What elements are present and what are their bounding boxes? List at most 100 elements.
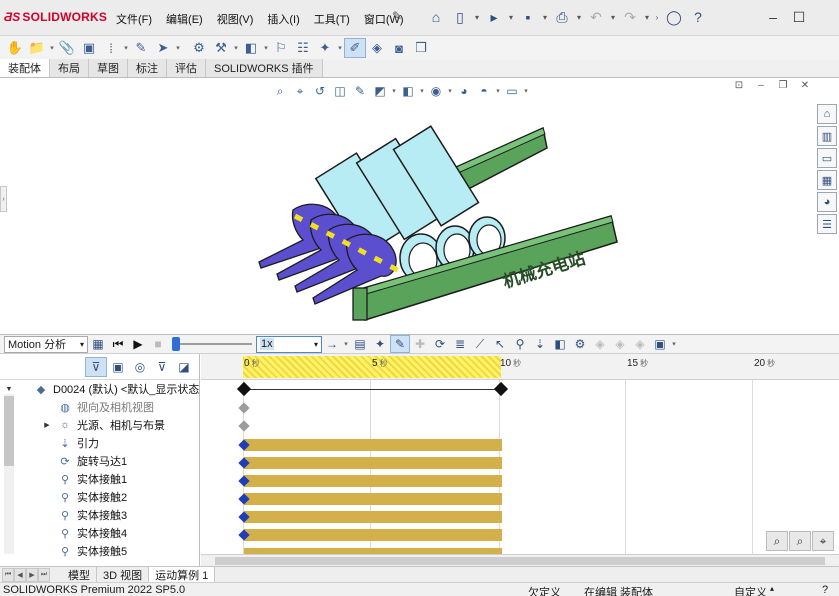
playback-mode-icon[interactable]: → xyxy=(322,335,342,353)
timeline-scrollbar[interactable] xyxy=(201,554,839,566)
last-tab-icon[interactable]: ⏭ xyxy=(38,567,50,582)
display-style-icon[interactable]: ◧ xyxy=(398,82,418,100)
menu-view[interactable]: 视图(V) xyxy=(217,11,254,27)
open-icon[interactable]: ▸ xyxy=(482,6,506,28)
new-motion-study-icon[interactable]: ⚐ xyxy=(270,38,292,58)
show-hidden-icon[interactable]: ⚙ xyxy=(188,38,210,58)
view-settings-dropdown-icon[interactable]: ▾ xyxy=(522,82,530,100)
filter-animated-icon[interactable]: ⊽ xyxy=(85,356,107,377)
tab-solidworks-addins[interactable]: SOLIDWORKS 插件 xyxy=(206,59,323,77)
section-view-icon[interactable]: ◫ xyxy=(330,82,350,100)
playback-speed-select[interactable]: 1x ▾ xyxy=(256,335,322,353)
playback-mode-dropdown-icon[interactable]: ▾ xyxy=(342,335,350,353)
motor-icon[interactable]: ⟳ xyxy=(430,335,450,353)
key-start[interactable] xyxy=(236,381,252,397)
filter-driving-icon[interactable]: ▣ xyxy=(107,357,129,377)
appearances-icon[interactable]: ◕ xyxy=(817,192,837,212)
contact-icon[interactable]: ⚲ xyxy=(510,335,530,353)
tree-row-contact-2[interactable]: ⚲ 实体接触2 xyxy=(0,488,127,506)
pin-icon[interactable]: ✎ xyxy=(392,9,402,23)
tree-row-root[interactable]: ▼ ◆ D0024 (默认) <默认_显示状态 xyxy=(0,380,200,398)
undo-icon[interactable]: ↶ xyxy=(584,6,608,28)
timeline-bar-contact-3[interactable] xyxy=(244,511,502,523)
study-properties-icon[interactable]: ⚙ xyxy=(570,335,590,353)
key-lights[interactable] xyxy=(238,420,250,432)
next-tab-icon[interactable]: ▶ xyxy=(26,567,38,582)
component-preview-icon[interactable]: ▣ xyxy=(78,38,100,58)
take-snapshot-icon[interactable]: ◙ xyxy=(388,38,410,58)
play-icon[interactable]: ▶ xyxy=(128,335,148,353)
hide-show-items-icon[interactable]: ◉ xyxy=(426,82,446,100)
tab-model[interactable]: 模型 xyxy=(62,566,97,583)
bill-of-materials-icon[interactable]: ☷ xyxy=(292,38,314,58)
instant3d-icon[interactable]: ✐ xyxy=(344,38,366,58)
pattern-icon[interactable]: ⁞ xyxy=(100,38,122,58)
zoom-out-icon[interactable]: ⌕ xyxy=(766,531,788,551)
scene-dropdown-icon[interactable]: ▾ xyxy=(494,82,502,100)
help-icon[interactable]: ? xyxy=(686,6,710,28)
tab-markup[interactable]: 标注 xyxy=(128,59,167,77)
collapse-motion-manager-icon[interactable]: ▣ xyxy=(650,335,670,353)
smart-fasteners-icon[interactable]: ✎ xyxy=(130,38,152,58)
feature-manager-toggle[interactable]: › xyxy=(0,186,7,212)
playback-slider-thumb[interactable] xyxy=(172,337,180,351)
exploded-view-icon[interactable]: ✦ xyxy=(314,38,336,58)
spring-icon[interactable]: ≣ xyxy=(450,335,470,353)
viewport-close-icon[interactable]: ✕ xyxy=(794,78,816,92)
status-custom[interactable]: 自定义 xyxy=(734,584,767,596)
print-dropdown-icon[interactable]: ▾ xyxy=(574,6,584,28)
view-settings-icon[interactable]: ▭ xyxy=(502,82,522,100)
file-explorer-icon[interactable]: ▭ xyxy=(817,148,837,168)
timeline-bar-contact-2[interactable] xyxy=(244,493,502,505)
stop-icon[interactable]: ■ xyxy=(148,335,168,353)
animation-wizard-icon[interactable]: ✦ xyxy=(370,335,390,353)
tab-3d-view[interactable]: 3D 视图 xyxy=(97,566,150,583)
move-component-icon[interactable]: ➤ xyxy=(152,38,174,58)
assembly-features-icon[interactable]: ⚒ xyxy=(210,38,232,58)
expand-icon[interactable]: ▶ xyxy=(42,421,52,429)
new-document-icon[interactable]: ▯ xyxy=(448,6,472,28)
gravity-icon[interactable]: ⇣ xyxy=(530,335,550,353)
insert-component-icon[interactable]: 📁 xyxy=(26,38,48,58)
apply-scene-icon[interactable]: ◓ xyxy=(474,82,494,100)
design-library-icon[interactable]: ▥ xyxy=(817,126,837,146)
custom-properties-icon[interactable]: ☰ xyxy=(817,214,837,234)
help-status-icon[interactable]: ? xyxy=(822,584,828,596)
menu-insert[interactable]: 插入(I) xyxy=(267,11,299,27)
tree-row-contact-3[interactable]: ⚲ 实体接触3 xyxy=(0,506,127,524)
units-dropdown-icon[interactable]: ▴ xyxy=(770,584,774,593)
user-icon[interactable]: ◯ xyxy=(662,6,686,28)
collapse-dropdown-icon[interactable]: ▾ xyxy=(670,335,678,353)
tree-row-contact-1[interactable]: ⚲ 实体接触1 xyxy=(0,470,127,488)
solidworks-logo[interactable]: ƋS SOLIDWORKS xyxy=(4,10,107,24)
tree-row-motor[interactable]: ⟳ 旋转马达1 xyxy=(0,452,127,470)
timeline-bar-motor[interactable] xyxy=(244,457,502,469)
tab-assembly[interactable]: 装配体 xyxy=(0,59,50,77)
tree-row-gravity[interactable]: ⇣ 引力 xyxy=(0,434,99,452)
home-icon[interactable]: ⌂ xyxy=(424,6,448,28)
move-dropdown-icon[interactable]: ▾ xyxy=(174,38,182,58)
pattern-dropdown-icon[interactable]: ▾ xyxy=(122,38,130,58)
play-from-start-icon[interactable]: ⏮ xyxy=(108,335,128,353)
insert-dropdown-icon[interactable]: ▾ xyxy=(48,38,56,58)
playback-slider[interactable] xyxy=(172,335,252,353)
graphics-area[interactable]: ⌕ ⌖ ↺ ◫ ✎ ◩ ▾ ◧ ▾ ◉ ▾ ◕ ◓ ▾ ▭ ▾ ⊡ – ❐ ✕ … xyxy=(0,78,839,334)
tab-sketch[interactable]: 草图 xyxy=(89,59,128,77)
large-assembly-icon[interactable]: ❒ xyxy=(410,38,432,58)
edit-component-icon[interactable]: ✋ xyxy=(4,38,26,58)
tree-row-camera[interactable]: ◍ 视向及相机视图 xyxy=(0,398,154,416)
zoom-to-fit-icon[interactable]: ⌕ xyxy=(270,82,290,100)
collapse-icon[interactable]: ▼ xyxy=(4,386,14,393)
tree-scrollbar-thumb[interactable] xyxy=(4,396,14,466)
autokey-icon[interactable]: ✎ xyxy=(390,335,410,353)
simulation-setup-icon[interactable]: ◈ xyxy=(630,335,650,353)
save-animation-icon[interactable]: ▤ xyxy=(350,335,370,353)
more-icon[interactable]: › xyxy=(652,6,662,28)
zoom-in-icon[interactable]: ⌕ xyxy=(789,531,811,551)
viewport-minimize-icon[interactable]: – xyxy=(750,78,772,92)
previous-view-icon[interactable]: ↺ xyxy=(310,82,330,100)
view-orientation-icon[interactable]: ◩ xyxy=(370,82,390,100)
view-palette-icon[interactable]: ▦ xyxy=(817,170,837,190)
open-dropdown-icon[interactable]: ▾ xyxy=(506,6,516,28)
features-dropdown-icon[interactable]: ▾ xyxy=(232,38,240,58)
